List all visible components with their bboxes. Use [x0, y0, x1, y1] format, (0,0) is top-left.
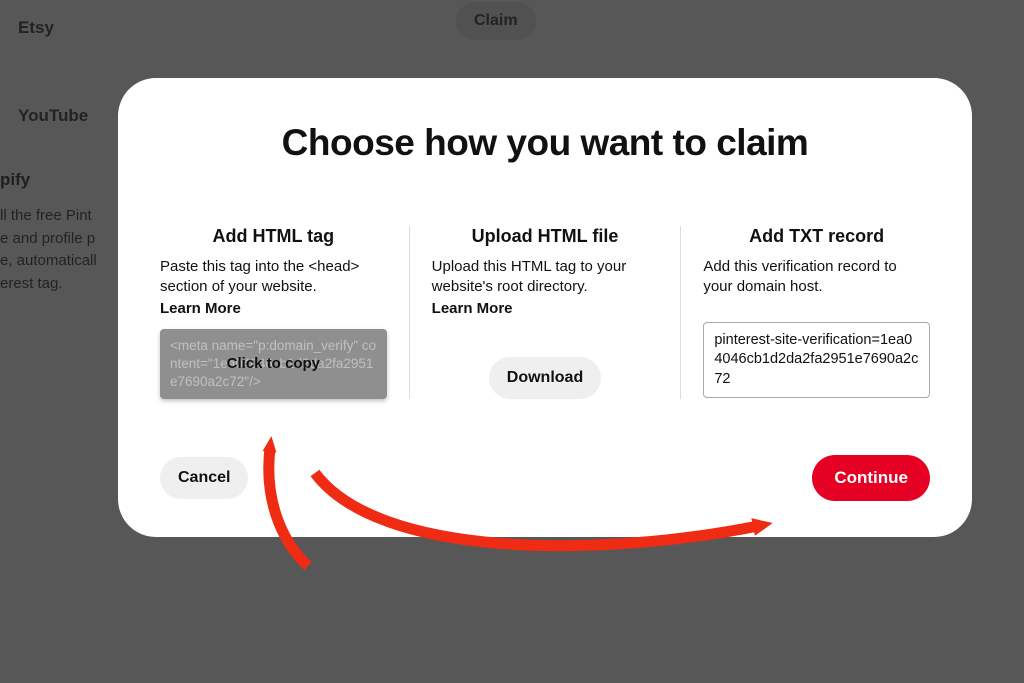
modal-title: Choose how you want to claim [160, 122, 930, 164]
meta-tag-code-box[interactable]: <meta name="p:domain_verify" content="1e… [160, 329, 387, 400]
continue-button[interactable]: Continue [812, 455, 930, 501]
option-html-file-title: Upload HTML file [432, 226, 659, 247]
option-txt-record-desc: Add this verification record to your dom… [703, 257, 930, 298]
option-txt-record-title: Add TXT record [703, 226, 930, 247]
option-html-file: Upload HTML file Upload this HTML tag to… [410, 226, 681, 399]
option-txt-record: Add TXT record Add this verification rec… [681, 226, 930, 398]
learn-more-html-file[interactable]: Learn More [432, 300, 513, 317]
option-html-tag: Add HTML tag Paste this tag into the <he… [160, 226, 409, 399]
modal-footer: Cancel Continue [160, 455, 930, 501]
learn-more-html-tag[interactable]: Learn More [160, 300, 241, 317]
cancel-button[interactable]: Cancel [160, 457, 248, 499]
txt-record-value-box[interactable]: pinterest-site-verification=1ea04046cb1d… [703, 322, 930, 399]
click-to-copy-label: Click to copy [227, 354, 320, 374]
option-html-tag-title: Add HTML tag [160, 226, 387, 247]
option-html-file-desc: Upload this HTML tag to your website's r… [432, 257, 659, 298]
options-row: Add HTML tag Paste this tag into the <he… [160, 226, 930, 399]
option-html-tag-desc: Paste this tag into the <head> section o… [160, 257, 387, 298]
download-button[interactable]: Download [489, 357, 601, 399]
claim-method-modal: Choose how you want to claim Add HTML ta… [118, 78, 972, 537]
